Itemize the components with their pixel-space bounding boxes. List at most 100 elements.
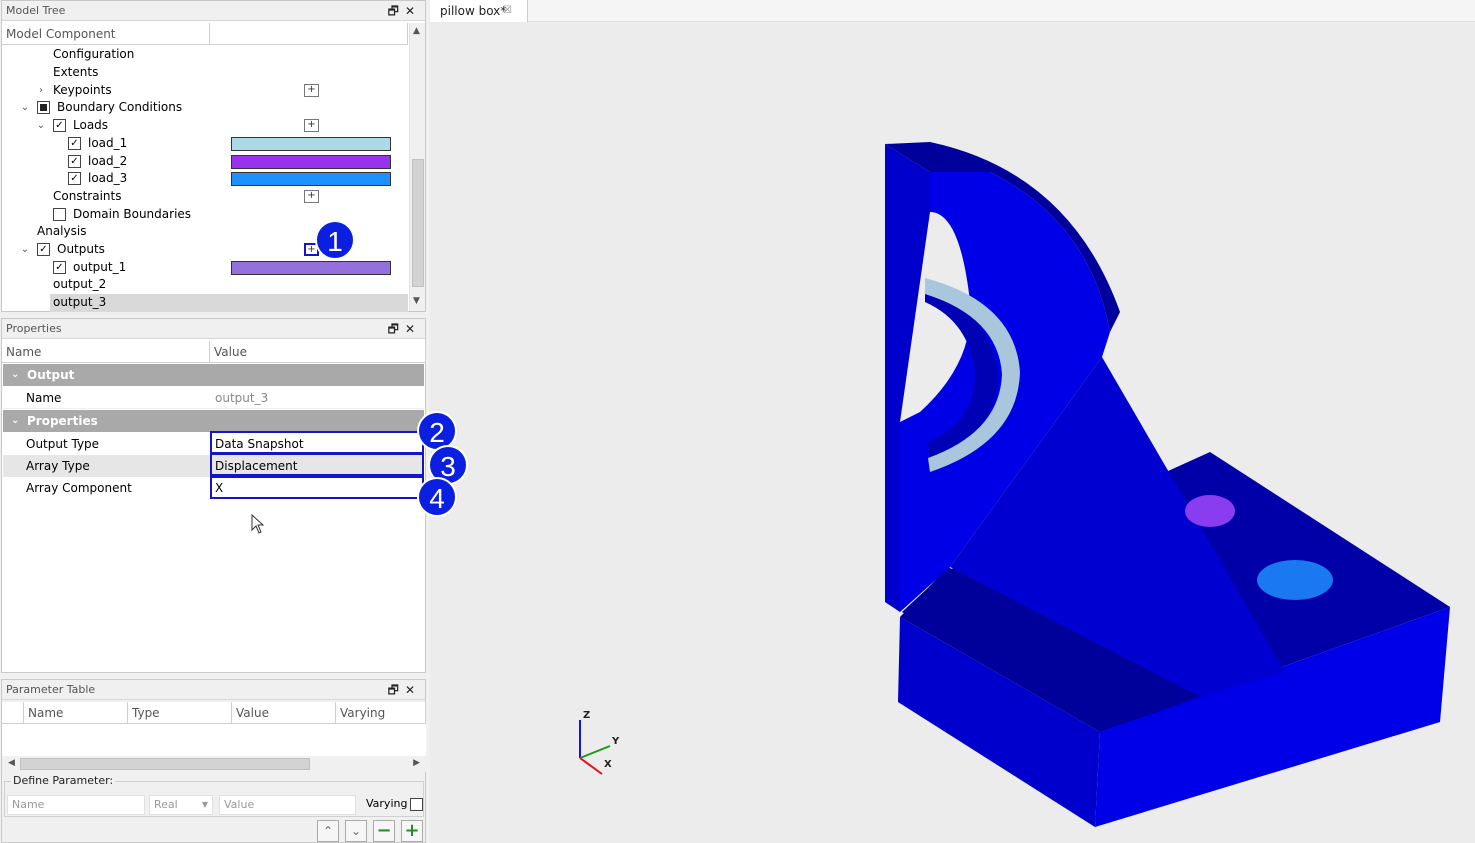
load-3-color-swatch[interactable]	[231, 172, 391, 186]
column-header-blank[interactable]	[210, 23, 408, 45]
tree-row-loads[interactable]: ⌄ ✓ Loads +	[2, 117, 408, 135]
tree-row-output-1[interactable]: ✓ output_1	[2, 259, 408, 277]
tree-row-constraints[interactable]: Constraints +	[2, 188, 408, 206]
load-3-checkbox[interactable]: ✓	[68, 172, 81, 185]
scrollbar-thumb[interactable]	[412, 159, 424, 287]
scroll-down-arrow-icon[interactable]: ▼	[413, 296, 420, 306]
parameter-grid: Name Type Value Varying	[2, 702, 426, 757]
model-tree-title: Model Tree	[6, 4, 66, 17]
param-col-blank[interactable]	[2, 702, 24, 724]
tree-label: Keypoints	[53, 83, 112, 97]
outputs-checkbox[interactable]: ✓	[37, 243, 50, 256]
highlight-array-type	[210, 453, 424, 476]
param-col-name[interactable]: Name	[24, 702, 128, 724]
tree-label: output_3	[53, 295, 107, 309]
chevron-down-icon[interactable]: ⌄	[35, 117, 47, 135]
param-col-type[interactable]: Type	[128, 702, 232, 724]
panel-controls[interactable]: 🗗✕	[388, 319, 421, 339]
prop-row-name[interactable]: Name output_3	[3, 387, 424, 409]
load-1-checkbox[interactable]: ✓	[68, 137, 81, 150]
tree-label: Outputs	[57, 242, 105, 256]
boundary-conditions-checkbox[interactable]	[37, 101, 50, 114]
tree-label: output_1	[73, 260, 127, 274]
tree-row-configuration[interactable]: Configuration	[2, 46, 408, 64]
tree-label: Constraints	[53, 189, 122, 203]
group-label: Output	[27, 368, 75, 382]
column-header-value[interactable]: Value	[210, 341, 426, 363]
scroll-left-arrow-icon[interactable]: ◀	[8, 758, 15, 768]
column-header-name[interactable]: Name	[2, 341, 210, 363]
param-col-varying[interactable]: Varying	[336, 702, 426, 724]
column-header-component[interactable]: Model Component	[2, 23, 210, 45]
load-2-checkbox[interactable]: ✓	[68, 155, 81, 168]
move-up-button[interactable]: ⌃	[317, 820, 339, 842]
tree-row-boundary-conditions[interactable]: ⌄ Boundary Conditions	[2, 99, 408, 117]
varying-label: Varying	[366, 797, 408, 810]
panel-controls[interactable]: 🗗✕	[388, 1, 421, 21]
varying-checkbox[interactable]	[410, 798, 423, 811]
tree-scrollbar[interactable]: ▲ ▼	[409, 23, 425, 311]
add-load-button[interactable]: +	[304, 119, 319, 132]
parameter-table-title-bar: Parameter Table 🗗✕	[2, 680, 425, 700]
define-parameter-label: Define Parameter:	[11, 774, 116, 787]
define-parameter-group: Define Parameter: Name Real ▼ Value Vary…	[4, 774, 424, 817]
output-1-checkbox[interactable]: ✓	[53, 261, 66, 274]
chevron-down-icon[interactable]: ⌄	[11, 410, 19, 432]
parameter-table-panel: Parameter Table 🗗✕ Name Type Value Varyi…	[1, 679, 426, 843]
tree-label: Extents	[53, 65, 99, 79]
tree-row-load-2[interactable]: ✓ load_2	[2, 153, 408, 171]
tree-row-domain-boundaries[interactable]: Domain Boundaries	[2, 206, 408, 224]
load-2-color-swatch[interactable]	[231, 155, 391, 169]
tab-pillow-box[interactable]: pillow box* ☒	[430, 0, 528, 23]
parameter-table-title: Parameter Table	[6, 683, 96, 696]
close-tab-icon[interactable]: ☒	[503, 0, 512, 22]
tree-row-output-2[interactable]: output_2	[2, 276, 408, 294]
tree-label: Loads	[73, 118, 109, 132]
scrollbar-thumb[interactable]	[20, 758, 310, 770]
param-col-value[interactable]: Value	[232, 702, 336, 724]
dropdown-arrow-icon[interactable]: ▼	[202, 796, 208, 814]
annotation-badge-1: 1	[315, 220, 355, 260]
horizontal-scrollbar[interactable]: ◀ ▶	[2, 756, 426, 772]
bolt-hole-blue	[1257, 560, 1333, 600]
param-type-select[interactable]: Real ▼	[149, 795, 213, 815]
group-output[interactable]: ⌄ Output	[3, 364, 424, 386]
3d-viewport[interactable]: Z Y X	[430, 22, 1475, 843]
add-keypoint-button[interactable]: +	[304, 84, 319, 97]
param-value-input[interactable]: Value	[219, 795, 356, 815]
tree-row-output-3-selected[interactable]: output_3	[50, 294, 408, 312]
tree-row-load-1[interactable]: ✓ load_1	[2, 135, 408, 153]
highlight-array-component	[210, 476, 424, 499]
tree-row-extents[interactable]: Extents	[2, 64, 408, 82]
tree-label: load_2	[88, 154, 128, 168]
group-label: Properties	[27, 414, 98, 428]
model-tree-panel: Model Tree 🗗✕ Model Component Configurat…	[1, 0, 426, 312]
param-type-value: Real	[154, 798, 178, 811]
output-1-color-swatch[interactable]	[231, 261, 391, 275]
add-parameter-button[interactable]: +	[401, 820, 423, 842]
highlight-output-type	[210, 431, 424, 454]
mouse-cursor-icon	[251, 514, 265, 534]
load-1-color-swatch[interactable]	[231, 137, 391, 151]
model-tree-title-bar: Model Tree 🗗✕	[2, 1, 425, 21]
tree-row-keypoints[interactable]: › Keypoints +	[2, 82, 408, 100]
domain-boundaries-checkbox[interactable]	[53, 208, 66, 221]
group-properties[interactable]: ⌄ Properties	[3, 410, 424, 432]
prop-value[interactable]: output_3	[215, 387, 268, 409]
add-constraint-button[interactable]: +	[304, 190, 319, 203]
chevron-down-icon[interactable]: ⌄	[11, 364, 19, 386]
axis-z-label: Z	[583, 710, 591, 721]
panel-controls[interactable]: 🗗✕	[388, 680, 421, 700]
remove-parameter-button[interactable]: −	[373, 820, 395, 842]
tree-row-load-3[interactable]: ✓ load_3	[2, 170, 408, 188]
move-down-button[interactable]: ⌄	[345, 820, 367, 842]
loads-checkbox[interactable]: ✓	[53, 119, 66, 132]
tree-label: load_1	[88, 136, 128, 150]
chevron-down-icon[interactable]: ⌄	[19, 241, 31, 259]
scroll-up-arrow-icon[interactable]: ▲	[413, 26, 420, 36]
axis-y-label: Y	[612, 736, 620, 747]
scroll-right-arrow-icon[interactable]: ▶	[413, 758, 420, 768]
chevron-down-icon[interactable]: ⌄	[19, 99, 31, 117]
param-name-input[interactable]: Name	[7, 795, 145, 815]
chevron-right-icon[interactable]: ›	[35, 82, 47, 100]
